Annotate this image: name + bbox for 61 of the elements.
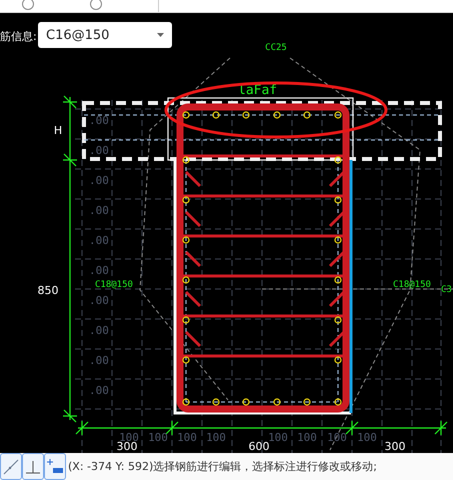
rebar-dot[interactable] <box>182 111 190 119</box>
rebar-dot[interactable] <box>334 111 342 119</box>
rebar-dot[interactable] <box>212 398 220 406</box>
caret-icon <box>157 33 164 37</box>
grid-label: .00 <box>89 264 109 277</box>
rebar-dropdown[interactable]: C16@150 <box>38 22 172 48</box>
rebar-dot[interactable] <box>334 156 342 164</box>
grid-label: 100 <box>177 431 197 444</box>
rebar-dot[interactable] <box>334 356 342 364</box>
rebar-dot[interactable] <box>182 196 190 204</box>
rebar-dot[interactable] <box>212 111 220 119</box>
rebar-dot[interactable] <box>182 316 190 324</box>
grid-label: .00 <box>89 294 109 307</box>
grid-label: .00 <box>89 204 109 217</box>
grid-label: .00 <box>89 174 109 187</box>
rebar-dot[interactable] <box>182 156 190 164</box>
add-remove-button[interactable] <box>44 453 66 480</box>
rebar-dot[interactable] <box>334 398 342 406</box>
line-icon <box>2 458 20 476</box>
rebar-dot[interactable] <box>242 111 250 119</box>
grid-label: 100 <box>148 431 168 444</box>
grid-label: .00 <box>89 354 109 367</box>
field-label: 筋信息: <box>0 29 37 44</box>
grid-label: .00 <box>89 114 109 127</box>
grid-label: .00 <box>89 144 109 157</box>
rebar-dot[interactable] <box>334 236 342 244</box>
radio-icon[interactable] <box>90 0 102 10</box>
dimension-label: 600 <box>248 440 270 453</box>
radio-icon[interactable] <box>22 0 34 10</box>
grid-label: .00 <box>89 384 109 397</box>
rebar-dot[interactable] <box>334 276 342 284</box>
dimension-label: 300 <box>384 440 406 453</box>
rebar-dot[interactable] <box>334 316 342 324</box>
grid-label: .00 <box>89 234 109 247</box>
rebar-dot[interactable] <box>182 276 190 284</box>
rebar-dot[interactable] <box>303 398 311 406</box>
grid-label: 100 <box>297 431 317 444</box>
rebar-dot[interactable] <box>334 196 342 204</box>
section-label: CC25 <box>265 43 287 53</box>
line-tool-button[interactable] <box>0 453 22 480</box>
dimension-label: 300 <box>116 440 138 453</box>
grid-label: .00 <box>89 324 109 337</box>
spacing-label: C18@150 <box>393 280 431 290</box>
rebar-dot[interactable] <box>273 398 281 406</box>
rebar-dot[interactable] <box>303 111 311 119</box>
rebar-dot[interactable] <box>242 398 250 406</box>
grid-label: 100 <box>206 431 226 444</box>
grid-label: 100 <box>357 431 377 444</box>
rebar-dot[interactable] <box>182 356 190 364</box>
spacing-label: C18@150 <box>95 280 133 290</box>
rebar-dot[interactable] <box>182 398 190 406</box>
dimension-label: 850 <box>38 284 58 297</box>
grid-label: 100 <box>268 431 288 444</box>
perpendicular-tool-button[interactable] <box>22 453 44 480</box>
rebar-dot[interactable] <box>273 111 281 119</box>
status-message: (X: -374 Y: 592)选择钢筋进行编辑，选择标注进行修改或移动; <box>67 459 377 474</box>
grid-label: 100 <box>327 431 347 444</box>
rebar-dot[interactable] <box>182 236 190 244</box>
add-remove-icon <box>46 458 64 476</box>
spacing-label: C3 <box>441 285 452 295</box>
dimension-label: H <box>54 124 62 137</box>
